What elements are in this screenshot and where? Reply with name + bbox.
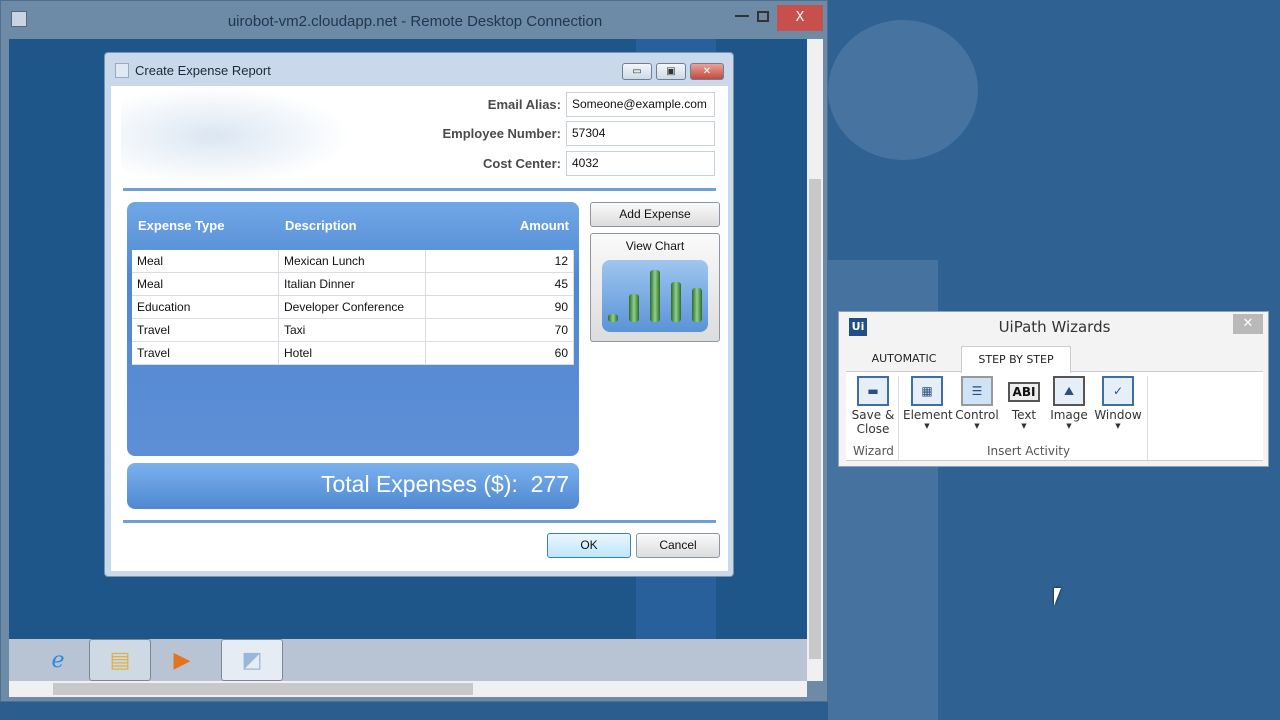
expense-type-cell[interactable]: Travel (132, 319, 279, 341)
mouse-cursor (1054, 588, 1061, 606)
maximize-button[interactable]: ▣ (656, 63, 686, 80)
rdp-minimize-button[interactable] (735, 13, 749, 17)
tab-step-by-step[interactable]: STEP BY STEP (961, 346, 1071, 373)
description-cell[interactable]: Italian Dinner (279, 273, 426, 295)
amount-cell[interactable]: 90 (426, 296, 574, 318)
table-row[interactable]: Travel Hotel 60 (132, 342, 574, 365)
vertical-scrollbar[interactable] (807, 39, 823, 681)
description-cell[interactable]: Hotel (279, 342, 426, 364)
window-icon: ✓ (1102, 376, 1134, 406)
dropdown-arrow-icon: ▼ (1115, 422, 1121, 430)
view-chart-button[interactable]: View Chart (590, 233, 720, 342)
window-button[interactable]: ✓ Window ▼ (1094, 376, 1142, 430)
group-label-wizard: Wizard (853, 444, 894, 458)
chart-icon-bar (692, 288, 702, 322)
email-alias-field[interactable]: Someone@example.com (566, 92, 715, 117)
amount-cell[interactable]: 12 (426, 250, 574, 272)
file-explorer-icon[interactable]: ▤ (89, 639, 151, 681)
rdp-title: uirobot-vm2.cloudapp.net - Remote Deskto… (227, 13, 603, 30)
rdp-maximize-button[interactable] (757, 11, 769, 22)
description-cell[interactable]: Mexican Lunch (279, 250, 426, 272)
expense-grid: Expense Type Description Amount Meal Mexi… (127, 202, 579, 456)
text-button[interactable]: ABI Text ▼ (1000, 376, 1048, 430)
dropdown-arrow-icon: ▼ (1021, 422, 1027, 430)
divider (123, 520, 716, 523)
expense-type-cell[interactable]: Education (132, 296, 279, 318)
expense-type-cell[interactable]: Travel (132, 342, 279, 364)
uipath-close-button[interactable]: ✕ (1233, 314, 1263, 334)
description-cell[interactable]: Developer Conference (279, 296, 426, 318)
chart-icon-bar (650, 270, 660, 322)
horizontal-scroll-thumb[interactable] (53, 683, 473, 695)
floppy-disk-icon: ▬ (857, 376, 889, 406)
table-row[interactable]: Meal Italian Dinner 45 (132, 273, 574, 296)
uipath-title: UiPath Wizards (998, 318, 1111, 336)
group-divider (898, 376, 899, 460)
column-header-expense-type[interactable]: Expense Type (138, 218, 224, 233)
element-button[interactable]: ▦ Element ▼ (903, 376, 953, 430)
view-chart-label: View Chart (625, 239, 685, 253)
element-grid-icon: ▦ (911, 376, 943, 406)
vertical-scroll-thumb[interactable] (809, 179, 821, 659)
chart-icon-bar (671, 282, 681, 322)
email-alias-label: Email Alias: (487, 97, 561, 112)
group-label-insert-activity: Insert Activity (987, 444, 1071, 458)
image-button[interactable]: ⛰ Image ▼ (1045, 376, 1093, 430)
dialog-title: Create Expense Report (135, 63, 271, 78)
table-row[interactable]: Education Developer Conference 90 (132, 296, 574, 319)
total-value: 277 (530, 471, 569, 497)
total-label: Total Expenses ($): (320, 471, 518, 497)
dialog-app-icon (115, 63, 129, 78)
group-divider (1147, 376, 1148, 460)
dropdown-arrow-icon: ▼ (924, 422, 930, 430)
employee-number-field[interactable]: 57304 (566, 121, 715, 146)
cost-center-label: Cost Center: (482, 156, 561, 171)
chart-icon-bar (629, 294, 639, 322)
rdp-close-button[interactable]: X (777, 5, 823, 31)
ok-button[interactable]: OK (547, 533, 631, 558)
image-icon: ⛰ (1053, 376, 1085, 406)
expense-rows: Meal Mexican Lunch 12 Meal Italian Dinner 45 E… (132, 250, 574, 365)
dropdown-arrow-icon: ▼ (974, 422, 980, 430)
add-expense-button[interactable]: Add Expense (590, 202, 720, 227)
expense-type-cell[interactable]: Meal (132, 273, 279, 295)
expense-app-taskbar-icon[interactable]: ◩ (221, 639, 283, 681)
expense-type-cell[interactable]: Meal (132, 250, 279, 272)
cancel-button[interactable]: Cancel (636, 533, 720, 558)
employee-number-label: Employee Number: (442, 126, 561, 141)
control-button[interactable]: ☰ Control ▼ (953, 376, 1001, 430)
divider (123, 188, 716, 191)
dialog-body: Email Alias: Someone@example.com Employe… (111, 86, 728, 571)
table-row[interactable]: Travel Taxi 70 (132, 319, 574, 342)
dropdown-arrow-icon: ▼ (1066, 422, 1072, 430)
total-expenses-bar: Total Expenses ($): 277 (127, 463, 579, 509)
internet-explorer-icon[interactable]: ℯ (27, 639, 89, 681)
media-player-icon[interactable]: ▶ (151, 639, 213, 681)
bar-chart-icon (602, 260, 708, 332)
amount-cell[interactable]: 45 (426, 273, 574, 295)
column-header-description[interactable]: Description (285, 218, 357, 233)
create-expense-report-dialog: Create Expense Report ▭ ▣ ✕ Email Alias:… (104, 52, 734, 577)
uipath-wizards-window: Ui UiPath Wizards ✕ AUTOMATIC STEP BY ST… (838, 311, 1269, 467)
horizontal-scrollbar[interactable] (9, 681, 807, 697)
cost-center-field[interactable]: 4032 (566, 151, 715, 176)
amount-cell[interactable]: 60 (426, 342, 574, 364)
chart-icon-bar (608, 314, 618, 322)
description-cell[interactable]: Taxi (279, 319, 426, 341)
column-header-amount[interactable]: Amount (520, 218, 569, 233)
taskbar: ℯ ▤ ▶ ◩ (9, 639, 807, 681)
minimize-button[interactable]: ▭ (622, 63, 652, 80)
control-list-icon: ☰ (961, 376, 993, 406)
close-button[interactable]: ✕ (690, 63, 724, 80)
table-row[interactable]: Meal Mexican Lunch 12 (132, 250, 574, 273)
wallpaper-shape (828, 20, 978, 160)
save-close-button[interactable]: ▬ Save & Close (849, 376, 897, 436)
text-abi-icon: ABI (1008, 382, 1040, 402)
amount-cell[interactable]: 70 (426, 319, 574, 341)
tab-automatic[interactable]: AUTOMATIC (849, 346, 959, 372)
